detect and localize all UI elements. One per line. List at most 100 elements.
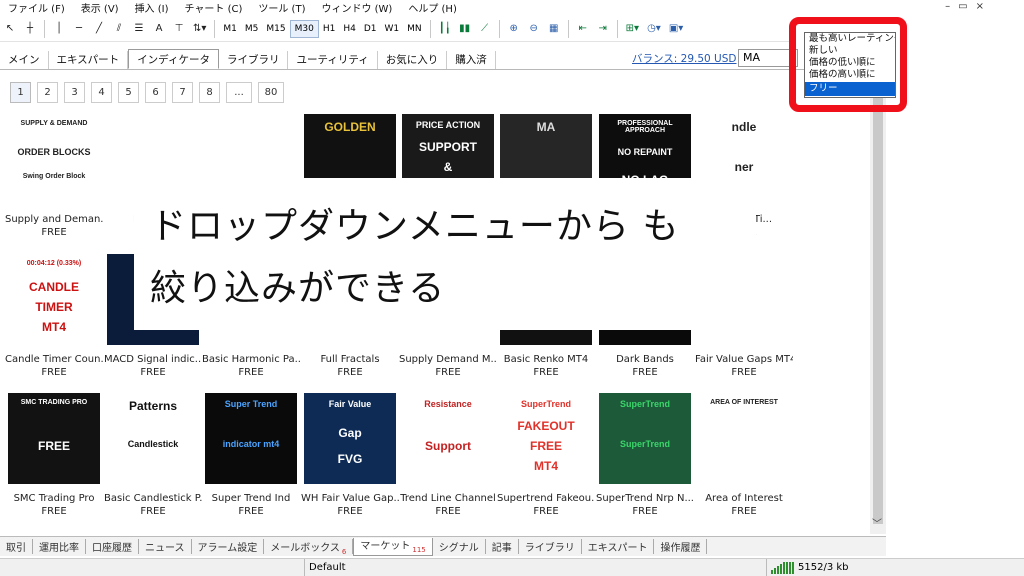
label-icon[interactable]: ⊤ [170,19,188,39]
page-button[interactable]: 8 [199,82,220,103]
page-button[interactable]: 80 [258,82,284,103]
product-thumbnail[interactable]: Patterns Candlestick [107,393,199,484]
product-thumbnail[interactable]: Fair Value Gap FVG [304,393,396,484]
tab-2[interactable]: インディケータ [128,49,219,69]
periodicity-icon[interactable]: ◷▾ [644,19,664,39]
scroll-down-icon[interactable]: ﹀ [872,515,882,530]
timeframe-h4-button[interactable]: H4 [339,20,360,38]
tab-4[interactable]: ユーティリティ [288,51,378,69]
timeframe-d1-button[interactable]: D1 [360,20,381,38]
product-card[interactable]: Patterns Candlestick Basic Candlestick P..… [104,393,202,517]
menu-item[interactable]: 挿入 (I) [127,0,177,15]
product-card[interactable]: SUPPLY & DEMAND ORDER BLOCKS Swing Order B… [5,114,103,238]
tile-windows-icon[interactable]: ▦ [545,19,563,39]
tab-5[interactable]: お気に入り [378,51,448,69]
menu-item[interactable]: ファイル (F) [0,0,73,15]
vertical-line-icon[interactable]: │ [50,19,68,39]
cursor-icon[interactable]: ↖ [1,19,19,39]
sort-dropdown[interactable]: 最も高いレーティング 新しい 価格の低い順に 価格の高い順に フリー [804,32,896,98]
arrows-icon[interactable]: ⇅▾ [190,19,209,39]
page-button[interactable]: 4 [91,82,112,103]
product-card[interactable]: SuperTrend SuperTrend SuperTrend Nrp N... F… [596,393,694,517]
scrollbar-thumb[interactable] [873,84,883,524]
terminal-tabs: 取引 運用比率 口座履歴 ニュース アラーム設定 メールボックス 6 マーケット 115 シグナル… [0,536,886,556]
templates-icon[interactable]: ▣▾ [666,19,686,39]
zoom-in-icon[interactable]: ⊕ [505,19,523,39]
dropdown-option[interactable]: フリー [805,82,895,96]
terminal-tab[interactable]: エキスパート [582,539,655,554]
page-button[interactable]: 7 [172,82,193,103]
product-thumbnail[interactable]: SuperTrend SuperTrend [599,393,691,484]
timeframe-mn-button[interactable]: MN [403,20,426,38]
menu-item[interactable]: ヘルプ (H) [400,0,465,15]
close-icon[interactable]: × [976,1,984,12]
menu-item[interactable]: ウィンドウ (W) [313,0,400,15]
tab-1[interactable]: エキスパート [49,51,129,69]
trendline-icon[interactable]: ╱ [90,19,108,39]
product-thumbnail[interactable]: SUPPLY & DEMAND ORDER BLOCKS Swing Order B… [8,114,100,205]
line-chart-icon[interactable]: ⟋ [476,19,494,39]
menu-item[interactable]: ツール (T) [250,0,313,15]
product-card[interactable]: SMC TRADING PRO FREE SMC Trading Pro FREE [5,393,103,517]
terminal-tab[interactable]: 口座履歴 [86,539,139,554]
terminal-tab[interactable]: シグナル [433,539,486,554]
terminal-tab[interactable]: 記事 [486,539,519,554]
terminal-tab[interactable]: メールボックス 6 [264,539,354,556]
balance-link[interactable]: バランス: 29.50 USD [632,51,737,66]
timeframe-m15-button[interactable]: M15 [262,20,289,38]
terminal-tab[interactable]: ライブラリ [519,539,582,554]
product-thumbnail[interactable]: AREA OF INTEREST [698,393,790,484]
tab-0[interactable]: メイン [0,51,49,69]
product-card[interactable]: AREA OF INTEREST Area of Interest FREE [695,393,793,517]
menu-item[interactable]: 表示 (V) [73,0,127,15]
indicators-icon[interactable]: ⊞▾ [623,19,642,39]
dropdown-option[interactable]: 最も高いレーティング [805,33,895,45]
vertical-scrollbar[interactable]: ﹀ [870,44,886,534]
zoom-out-icon[interactable]: ⊖ [525,19,543,39]
channel-icon[interactable]: ⫽ [110,19,128,39]
timeframe-h1-button[interactable]: H1 [319,20,340,38]
chart-shift-icon[interactable]: ⇥ [594,19,612,39]
dropdown-option[interactable]: 新しい [805,45,895,57]
dropdown-option[interactable]: 価格の高い順に [805,69,895,81]
dropdown-option[interactable]: 価格の低い順に [805,57,895,69]
tab-6[interactable]: 購入済 [447,51,496,69]
terminal-tab[interactable]: ニュース [139,539,192,554]
page-button[interactable]: 6 [145,82,166,103]
page-button[interactable]: 5 [118,82,139,103]
fibo-icon[interactable]: ☰ [130,19,148,39]
terminal-tab[interactable]: 取引 [0,539,33,554]
tab-3[interactable]: ライブラリ [219,51,289,69]
timeframe-m5-button[interactable]: M5 [241,20,263,38]
crosshair-icon[interactable]: ┼ [21,19,39,39]
restore-icon[interactable]: ▭ [958,1,967,12]
product-card[interactable]: Fair Value Gap FVG WH Fair Value Gap... FREE [301,393,399,517]
timeframe-m30-button[interactable]: M30 [289,19,319,38]
product-thumbnail[interactable]: SMC TRADING PRO FREE [8,393,100,484]
horizontal-line-icon[interactable]: ─ [70,19,88,39]
bar-chart-icon[interactable]: ┃╽ [436,19,454,39]
product-thumbnail[interactable]: SuperTrend FAKEOUT FREE MT4 [500,393,592,484]
product-card[interactable]: Resistance Support Trend Line Channel FREE [399,393,497,517]
timeframe-w1-button[interactable]: W1 [381,20,404,38]
candle-chart-icon[interactable]: ▮▮ [456,19,474,39]
terminal-tab[interactable]: 運用比率 [33,539,86,554]
minimize-icon[interactable]: – [945,1,950,12]
product-thumbnail[interactable]: 00:04:12 (0.33%) CANDLE TIMER MT4 [8,254,100,345]
page-button[interactable]: ... [226,82,252,103]
page-button[interactable]: 2 [37,82,58,103]
product-thumbnail[interactable]: Resistance Support [402,393,494,484]
product-thumbnail[interactable]: Super Trend indicator mt4 [205,393,297,484]
menu-item[interactable]: チャート (C) [177,0,251,15]
terminal-tab[interactable]: 操作履歴 [654,539,708,554]
page-button[interactable]: 3 [64,82,85,103]
text-tool-button[interactable]: A [150,19,168,39]
product-card[interactable]: Super Trend indicator mt4 Super Trend Ind F… [202,393,300,517]
page-button[interactable]: 1 [10,82,31,103]
terminal-tab[interactable]: アラーム設定 [192,539,265,554]
autoscroll-icon[interactable]: ⇤ [574,19,592,39]
product-card[interactable]: SuperTrend FAKEOUT FREE MT4 Supertrend Fakeo… [497,393,595,517]
terminal-tab[interactable]: マーケット 115 [353,537,433,556]
timeframe-m1-button[interactable]: M1 [219,20,241,38]
product-card[interactable]: 00:04:12 (0.33%) CANDLE TIMER MT4 Candle Tim… [5,254,103,378]
